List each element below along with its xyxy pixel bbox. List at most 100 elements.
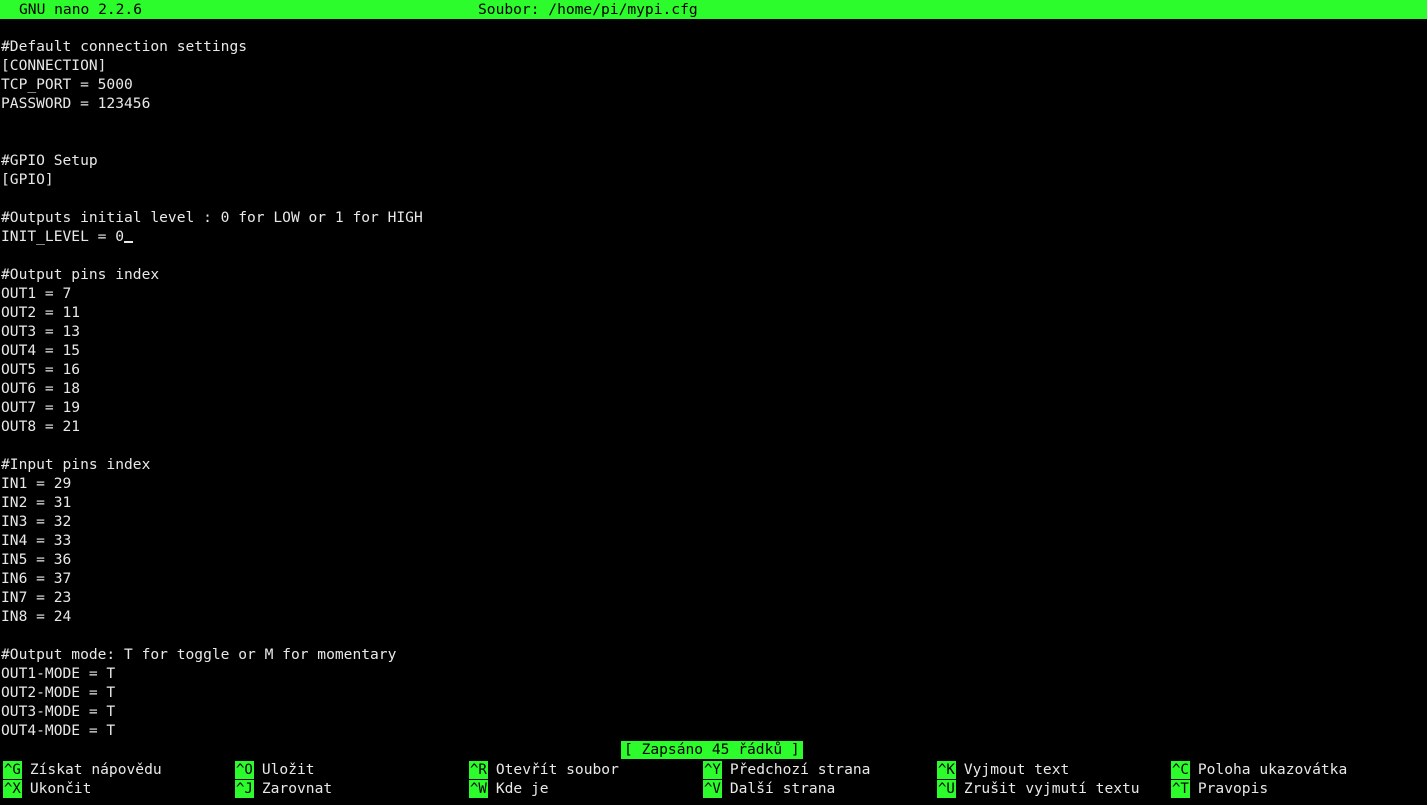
editor-line-text: [GPIO]: [1, 171, 54, 188]
editor-line[interactable]: #Input pins index: [1, 455, 1421, 474]
editor-line-text: OUT3 = 13: [1, 323, 81, 340]
shortcut-key: ^C: [1171, 760, 1190, 779]
editor-line-text: OUT5 = 16: [1, 361, 81, 378]
shortcut-item[interactable]: ^T Pravopis: [1171, 779, 1268, 798]
title-bar: GNU nano 2.2.6 Soubor: /home/pi/mypi.cfg: [0, 0, 1427, 19]
editor-line[interactable]: [CONNECTION]: [1, 56, 1421, 75]
shortcut-item[interactable]: ^C Poloha ukazovátka: [1171, 760, 1347, 779]
shortcut-key: ^R: [469, 760, 488, 779]
editor-line-text: PASSWORD = 123456: [1, 95, 151, 112]
editor-line[interactable]: #Output pins index: [1, 265, 1421, 284]
editor-line[interactable]: TCP_PORT = 5000: [1, 75, 1421, 94]
editor-line[interactable]: #Outputs initial level : 0 for LOW or 1 …: [1, 208, 1421, 227]
editor-line-text: OUT4 = 15: [1, 342, 81, 359]
shortcut-key: ^T: [1171, 779, 1190, 798]
editor-line-text: IN3 = 32: [1, 513, 72, 530]
status-message: [ Zapsáno 45 řádků ]: [621, 741, 803, 759]
shortcut-item[interactable]: ^R Otevřít soubor: [469, 760, 619, 779]
editor-line[interactable]: OUT1-MODE = T: [1, 664, 1421, 683]
editor-line[interactable]: INIT_LEVEL = 0: [1, 227, 1421, 246]
editor-line-text: OUT1-MODE = T: [1, 665, 116, 682]
shortcut-label: Zarovnat: [261, 780, 333, 797]
shortcut-item[interactable]: ^J Zarovnat: [235, 779, 332, 798]
editor-line[interactable]: IN8 = 24: [1, 607, 1421, 626]
app-name: GNU nano 2.2.6: [19, 1, 143, 18]
editor-line-text: OUT7 = 19: [1, 399, 81, 416]
editor-line[interactable]: OUT2-MODE = T: [1, 683, 1421, 702]
shortcut-item[interactable]: ^K Vyjmout text: [937, 760, 1069, 779]
editor-line[interactable]: [1, 132, 1421, 151]
editor-line-text: OUT2-MODE = T: [1, 684, 116, 701]
shortcut-label: Ukončit: [29, 780, 92, 797]
editor-line[interactable]: OUT4 = 15: [1, 341, 1421, 360]
editor-line[interactable]: OUT3 = 13: [1, 322, 1421, 341]
editor-line-text: IN2 = 31: [1, 494, 72, 511]
editor-line-text: INIT_LEVEL = 0: [1, 228, 125, 245]
shortcut-key: ^V: [703, 779, 722, 798]
editor-line-text: OUT3-MODE = T: [1, 703, 116, 720]
editor-line-text: [CONNECTION]: [1, 57, 107, 74]
editor-line[interactable]: IN4 = 33: [1, 531, 1421, 550]
editor-line[interactable]: [1, 113, 1421, 132]
shortcut-bar: ^G Získat nápovědu ^O Uložit ^R Otevřít soubo…: [0, 760, 1427, 798]
shortcut-key: ^Y: [703, 760, 722, 779]
shortcut-key: ^J: [235, 779, 254, 798]
editor-line-text: OUT4-MODE = T: [1, 722, 116, 739]
editor-line[interactable]: [1, 246, 1421, 265]
shortcut-key: ^K: [937, 760, 956, 779]
shortcut-item[interactable]: ^G Získat nápovědu: [3, 760, 162, 779]
editor-line[interactable]: IN2 = 31: [1, 493, 1421, 512]
shortcut-key: ^W: [469, 779, 488, 798]
shortcut-label: Další strana: [729, 780, 836, 797]
text-editor-area[interactable]: #Default connection settings [CONNECTION]…: [1, 37, 1421, 741]
shortcut-label: Vyjmout text: [963, 761, 1070, 778]
shortcut-label: Otevřít soubor: [495, 761, 619, 778]
editor-line[interactable]: [1, 189, 1421, 208]
editor-line[interactable]: PASSWORD = 123456: [1, 94, 1421, 113]
shortcut-item[interactable]: ^W Kde je: [469, 779, 549, 798]
editor-line[interactable]: #Default connection settings: [1, 37, 1421, 56]
editor-line-text: IN4 = 33: [1, 532, 72, 549]
shortcut-key: ^G: [3, 760, 22, 779]
editor-line[interactable]: IN1 = 29: [1, 474, 1421, 493]
shortcut-label: Předchozí strana: [729, 761, 871, 778]
shortcut-label: Uložit: [261, 761, 315, 778]
editor-line-text: #Outputs initial level : 0 for LOW or 1 …: [1, 209, 423, 226]
shortcut-item[interactable]: ^Y Předchozí strana: [703, 760, 870, 779]
editor-line-text: OUT1 = 7: [1, 285, 72, 302]
editor-line[interactable]: IN7 = 23: [1, 588, 1421, 607]
shortcut-item[interactable]: ^X Ukončit: [3, 779, 91, 798]
editor-line-text: IN7 = 23: [1, 589, 72, 606]
shortcut-item[interactable]: ^V Další strana: [703, 779, 835, 798]
shortcut-key: ^X: [3, 779, 22, 798]
shortcut-label: Zrušit vyjmutí textu: [963, 780, 1140, 797]
editor-line[interactable]: OUT3-MODE = T: [1, 702, 1421, 721]
editor-line[interactable]: #GPIO Setup: [1, 151, 1421, 170]
editor-line[interactable]: [1, 436, 1421, 455]
editor-line[interactable]: [GPIO]: [1, 170, 1421, 189]
editor-line[interactable]: OUT1 = 7: [1, 284, 1421, 303]
editor-line[interactable]: OUT6 = 18: [1, 379, 1421, 398]
text-cursor: [124, 241, 134, 243]
editor-line[interactable]: IN5 = 36: [1, 550, 1421, 569]
editor-line-text: OUT6 = 18: [1, 380, 81, 397]
editor-line[interactable]: [1, 626, 1421, 645]
editor-line-text: IN6 = 37: [1, 570, 72, 587]
shortcut-item[interactable]: ^U Zrušit vyjmutí textu: [937, 779, 1140, 798]
editor-line[interactable]: IN6 = 37: [1, 569, 1421, 588]
shortcut-label: Získat nápovědu: [29, 761, 162, 778]
editor-line[interactable]: OUT4-MODE = T: [1, 721, 1421, 740]
editor-line[interactable]: OUT2 = 11: [1, 303, 1421, 322]
editor-line-text: OUT8 = 21: [1, 418, 81, 435]
editor-line[interactable]: OUT7 = 19: [1, 398, 1421, 417]
shortcut-label: Poloha ukazovátka: [1197, 761, 1348, 778]
editor-line[interactable]: #Output mode: T for toggle or M for mome…: [1, 645, 1421, 664]
editor-line[interactable]: OUT8 = 21: [1, 417, 1421, 436]
editor-line-text: #Output mode: T for toggle or M for mome…: [1, 646, 397, 663]
shortcut-item[interactable]: ^O Uložit: [235, 760, 315, 779]
editor-line-text: IN1 = 29: [1, 475, 72, 492]
editor-line-text: IN8 = 24: [1, 608, 72, 625]
editor-line[interactable]: IN3 = 32: [1, 512, 1421, 531]
shortcut-label: Kde je: [495, 780, 549, 797]
editor-line[interactable]: OUT5 = 16: [1, 360, 1421, 379]
